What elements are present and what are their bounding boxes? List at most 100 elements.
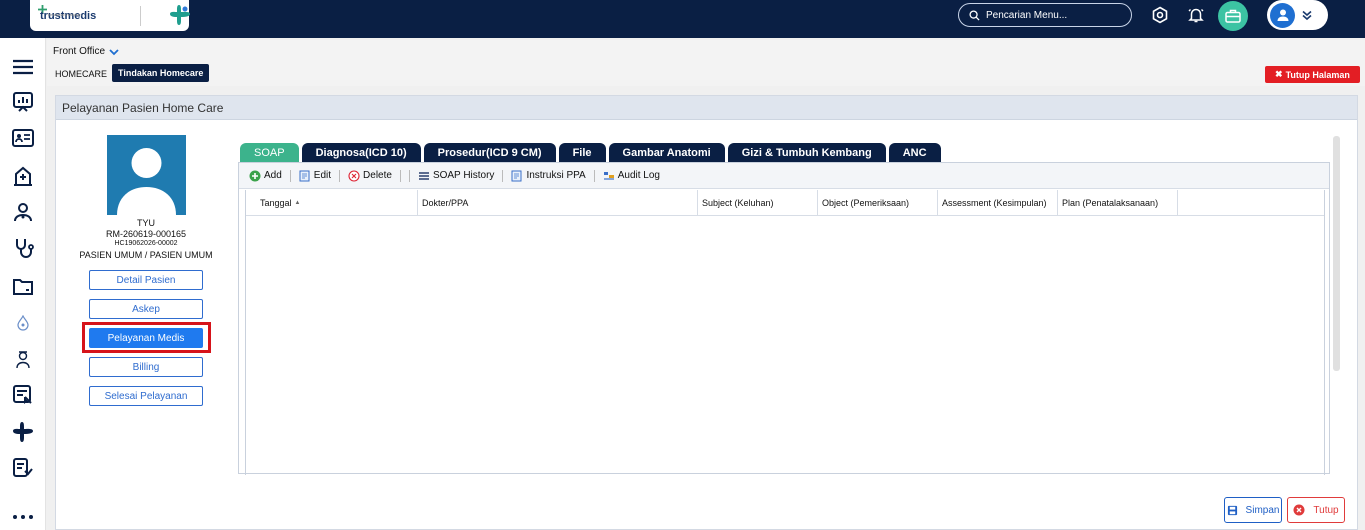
toolbar-divider xyxy=(399,169,401,182)
patient-placeholder-icon xyxy=(117,148,176,215)
patient-visit-no: HC19062026-00002 xyxy=(114,240,178,247)
logo-divider xyxy=(140,6,141,26)
tab-gambar-anatomi[interactable]: Gambar Anatomi xyxy=(608,143,725,162)
user-menu[interactable] xyxy=(1267,0,1328,30)
soap-history-label: SOAP History xyxy=(432,170,495,181)
toolbar-divider xyxy=(593,169,595,182)
scrollbar[interactable] xyxy=(1333,136,1340,371)
hospital-icon[interactable] xyxy=(11,164,35,188)
column-header-tanggal[interactable]: Tanggal ▲ xyxy=(256,190,418,216)
soap-content: Add Edit Delete SOAP History Instruksi P… xyxy=(238,162,1330,475)
logo[interactable]: trustmedis healthcare solution xyxy=(30,0,190,31)
instruksi-ppa-button[interactable]: Instruksi PPA xyxy=(511,170,586,182)
audit-log-label: Audit Log xyxy=(617,170,660,181)
double-chevron-down-icon xyxy=(1302,10,1312,21)
panel-title: Pelayanan Pasien Home Care xyxy=(56,96,1357,120)
add-label: Add xyxy=(264,170,282,181)
selesai-pelayanan-button[interactable]: Selesai Pelayanan xyxy=(89,386,203,406)
delete-button[interactable]: Delete xyxy=(348,169,392,182)
column-header-assessment[interactable]: Assessment (Kesimpulan) xyxy=(938,190,1058,216)
audit-log-icon xyxy=(603,171,614,180)
trustmedis-cross-icon xyxy=(170,5,190,25)
pelayanan-medis-button[interactable]: Pelayanan Medis xyxy=(89,328,203,348)
medical-personnel-icon[interactable] xyxy=(11,200,35,224)
close-page-label: Tutup Halaman xyxy=(1285,69,1350,80)
history-list-icon xyxy=(418,171,429,180)
toolbar-divider xyxy=(502,169,504,182)
patient-rm: RM-260619-000165 xyxy=(105,229,187,239)
billing-button[interactable]: Billing xyxy=(89,357,203,377)
instruksi-ppa-label: Instruksi PPA xyxy=(526,170,586,181)
detail-pasien-button[interactable]: Detail Pasien xyxy=(89,270,203,290)
delete-icon xyxy=(348,169,360,182)
menu-search-input[interactable]: Pencarian Menu... xyxy=(958,3,1132,27)
tab-prosedur[interactable]: Prosedur(ICD 9 CM) xyxy=(423,143,556,162)
more-dots-icon[interactable] xyxy=(11,505,35,529)
add-icon xyxy=(249,170,261,181)
patient-card-icon[interactable] xyxy=(11,126,35,150)
tab-file[interactable]: File xyxy=(558,143,606,162)
notification-bell-icon[interactable] xyxy=(1187,6,1205,24)
save-label: Simpan xyxy=(1245,504,1280,516)
audit-log-button[interactable]: Audit Log xyxy=(603,170,660,182)
instruction-doc-icon xyxy=(511,170,522,181)
breadcrumb-homecare[interactable]: HOMECARE xyxy=(55,69,107,79)
settings-hexagon-icon[interactable] xyxy=(1151,6,1169,24)
user-icon xyxy=(1277,9,1288,21)
edit-icon xyxy=(299,170,310,181)
patient-name: TYU xyxy=(137,218,155,228)
search-icon xyxy=(969,9,980,21)
patient-photo xyxy=(107,135,186,215)
toolbar-divider xyxy=(289,169,291,182)
sort-asc-icon: ▲ xyxy=(294,200,301,206)
document-cursor-icon[interactable] xyxy=(11,383,35,407)
avatar xyxy=(1270,2,1295,28)
tab-anc[interactable]: ANC xyxy=(888,143,941,162)
delete-label: Delete xyxy=(363,170,392,181)
add-button[interactable]: Add xyxy=(249,170,282,182)
column-label: Tanggal xyxy=(260,198,292,208)
blood-drop-icon[interactable] xyxy=(11,311,35,335)
column-header-object[interactable]: Object (Pemeriksaan) xyxy=(818,190,938,216)
close-label: Tutup xyxy=(1313,504,1339,516)
edit-button[interactable]: Edit xyxy=(299,170,331,182)
tab-diagnosa[interactable]: Diagnosa(ICD 10) xyxy=(301,143,421,162)
save-disk-icon xyxy=(1227,505,1237,515)
tab-gizi[interactable]: Gizi & Tumbuh Kembang xyxy=(727,143,886,162)
brand-tagline: healthcare solution xyxy=(48,12,82,17)
edit-label: Edit xyxy=(313,170,332,181)
soap-history-button[interactable]: SOAP History xyxy=(418,170,495,182)
breadcrumb-active-tab[interactable]: Tindakan Homecare xyxy=(112,64,210,82)
trustmedis-menu-icon[interactable] xyxy=(11,420,35,444)
soap-toolbar: Add Edit Delete SOAP History Instruksi P… xyxy=(239,163,1329,189)
search-placeholder: Pencarian Menu... xyxy=(986,9,1068,21)
tab-bar: SOAP Diagnosa(ICD 10) Prosedur(ICD 9 CM)… xyxy=(240,143,941,162)
tab-soap[interactable]: SOAP xyxy=(240,143,299,162)
close-page-button[interactable]: ✖ Tutup Halaman xyxy=(1265,66,1360,83)
table-header: Tanggal ▲ Dokter/PPA Subject (Keluhan) O… xyxy=(246,190,1324,216)
column-header-dokter[interactable]: Dokter/PPA xyxy=(418,190,698,216)
close-button[interactable]: Tutup xyxy=(1287,497,1345,523)
folder-icon[interactable] xyxy=(11,274,35,298)
briefcase-icon xyxy=(1225,9,1241,23)
sidebar xyxy=(0,38,46,530)
close-icon: ✖ xyxy=(1275,69,1283,79)
top-bar: trustmedis healthcare solution Pencarian… xyxy=(0,0,1365,38)
toolbar-divider xyxy=(339,169,341,182)
toolbar-divider xyxy=(408,169,410,182)
patient-category: PASIEN UMUM / PASIEN UMUM xyxy=(79,250,213,260)
module-label: Front Office xyxy=(53,46,106,57)
dashboard-chart-icon[interactable] xyxy=(11,90,35,114)
askep-button[interactable]: Askep xyxy=(89,299,203,319)
column-header-subject[interactable]: Subject (Keluhan) xyxy=(698,190,818,216)
save-button[interactable]: Simpan xyxy=(1224,497,1282,523)
module-dropdown[interactable]: Front Office xyxy=(53,46,119,57)
briefcase-button[interactable] xyxy=(1218,1,1248,31)
checklist-hand-icon[interactable] xyxy=(11,456,35,480)
breadcrumb-area xyxy=(47,40,1365,86)
close-circle-icon xyxy=(1293,504,1305,516)
hamburger-menu-icon[interactable] xyxy=(11,55,35,79)
nurse-icon[interactable] xyxy=(11,347,35,371)
stethoscope-icon[interactable] xyxy=(11,236,35,260)
column-header-plan[interactable]: Plan (Penatalaksanaan) xyxy=(1058,190,1178,216)
